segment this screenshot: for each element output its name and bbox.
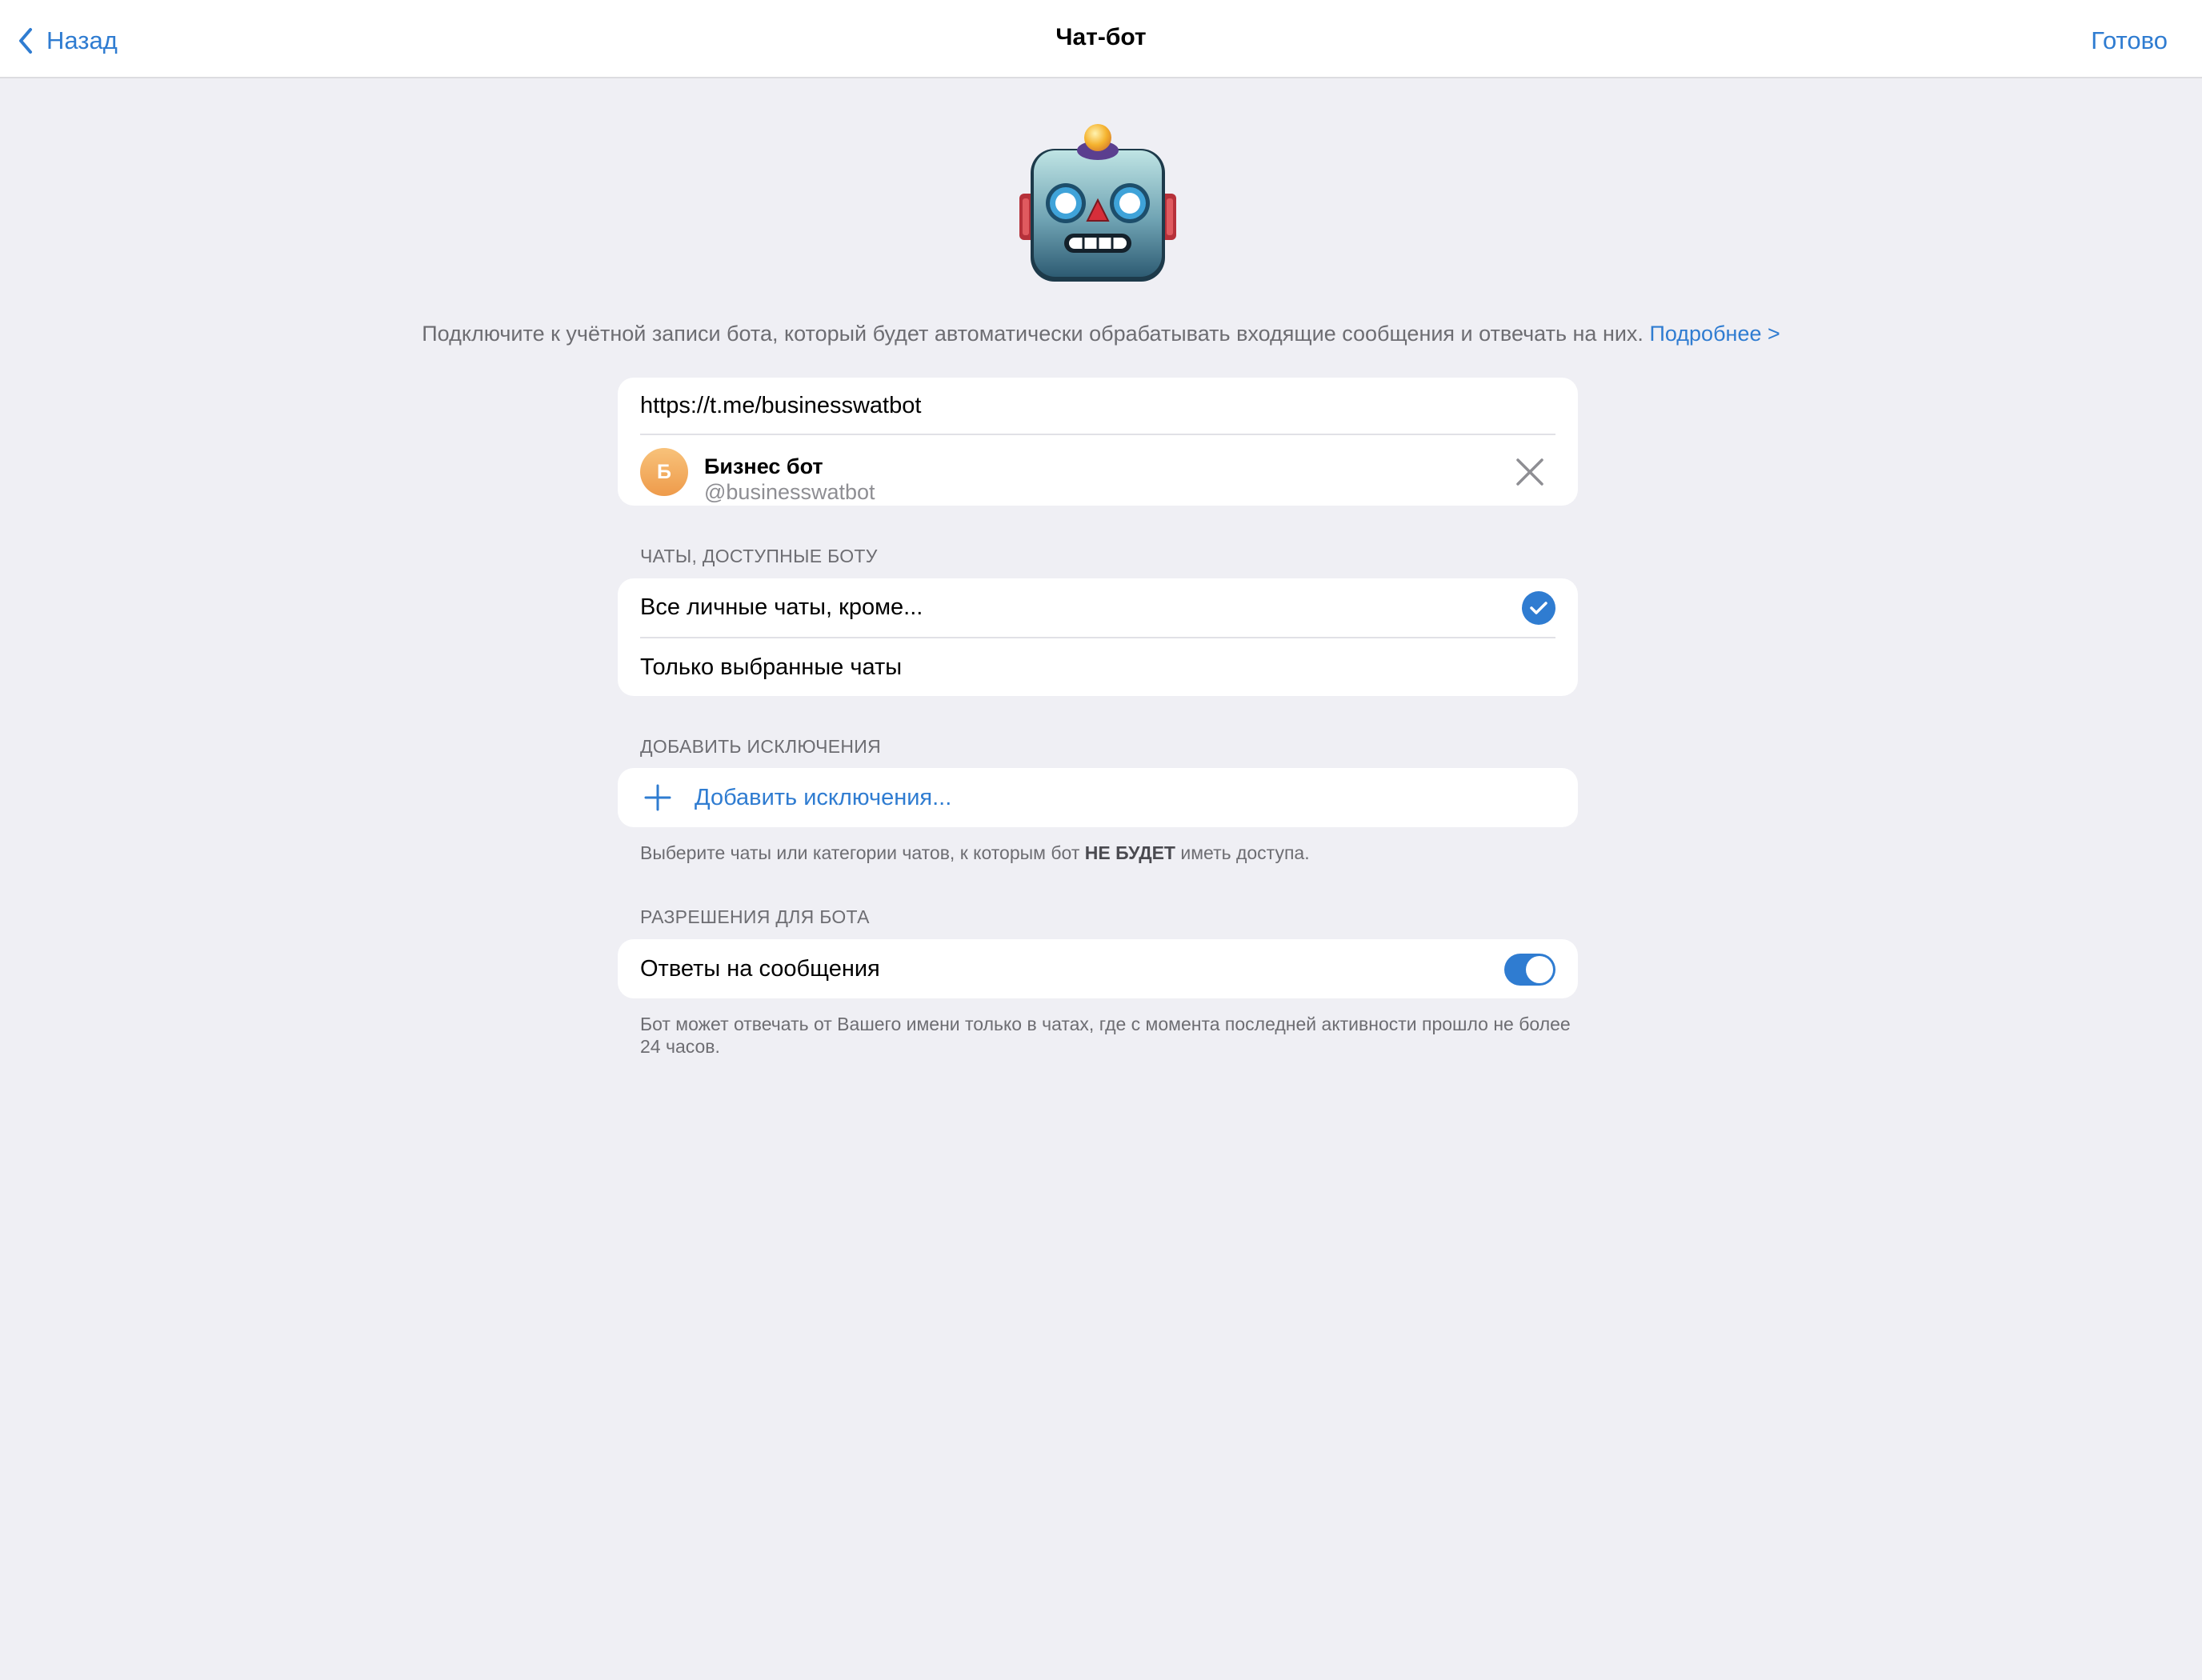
intro-text: Подключите к учётной записи бота, которы… [0,322,2202,346]
option-label: Только выбранные чаты [640,654,903,680]
option-selected-chats-only[interactable]: Только выбранные чаты [640,638,1555,696]
close-icon[interactable] [1514,456,1546,488]
checkmark-icon [1522,591,1555,625]
navigation-bar: Назад Чат-бот Готово [0,0,2202,78]
plus-icon [644,784,671,811]
done-button[interactable]: Готово [2091,26,2168,55]
add-exclusions-button[interactable]: Добавить исключения... [640,768,1555,827]
exclusions-footer: Выберите чаты или категории чатов, к кот… [640,842,1584,864]
footer-text-before: Выберите чаты или категории чатов, к кот… [640,842,1080,863]
bot-url-field[interactable]: https://t.me/businesswatbot [640,378,1555,434]
toggle-knob [1526,956,1553,983]
exclusions-card: Добавить исключения... [618,768,1578,827]
learn-more-link[interactable]: Подробнее > [1649,322,1780,346]
reply-messages-label: Ответы на сообщения [640,955,880,982]
bot-link-card: https://t.me/businesswatbot Б Бизнес бот… [618,378,1578,506]
divider [640,434,1555,435]
bot-name: Бизнес бот [704,454,823,478]
permissions-footer: Бот может отвечать от Вашего имени тольк… [640,1014,1571,1057]
chats-section-header: ЧАТЫ, ДОСТУПНЫЕ БОТУ [640,546,878,566]
reply-messages-row: Ответы на сообщения [640,939,1555,998]
avatar-letter: Б [657,460,671,483]
option-label: Все личные чаты, кроме... [640,594,923,620]
exclusions-section-header: ДОБАВИТЬ ИСКЛЮЧЕНИЯ [640,736,882,757]
permissions-card: Ответы на сообщения [618,939,1578,998]
bot-username: @businesswatbot [704,480,875,504]
chats-options-card: Все личные чаты, кроме... Только выбранн… [618,578,1578,696]
permissions-section-header: РАЗРЕШЕНИЯ ДЛЯ БОТА [640,906,870,927]
bot-url-value: https://t.me/businesswatbot [640,392,922,418]
robot-face-icon [1019,124,1176,282]
footer-text-bold: НЕ БУДЕТ [1084,842,1175,863]
add-exclusions-label: Добавить исключения... [695,784,952,810]
footer-text-after: иметь доступа. [1180,842,1310,863]
page-title: Чат-бот [1055,24,1147,50]
option-all-private-chats[interactable]: Все личные чаты, кроме... [640,578,1555,637]
intro-description: Подключите к учётной записи бота, которы… [422,322,1643,346]
bot-avatar: Б [640,448,688,496]
reply-messages-toggle[interactable] [1504,954,1555,986]
